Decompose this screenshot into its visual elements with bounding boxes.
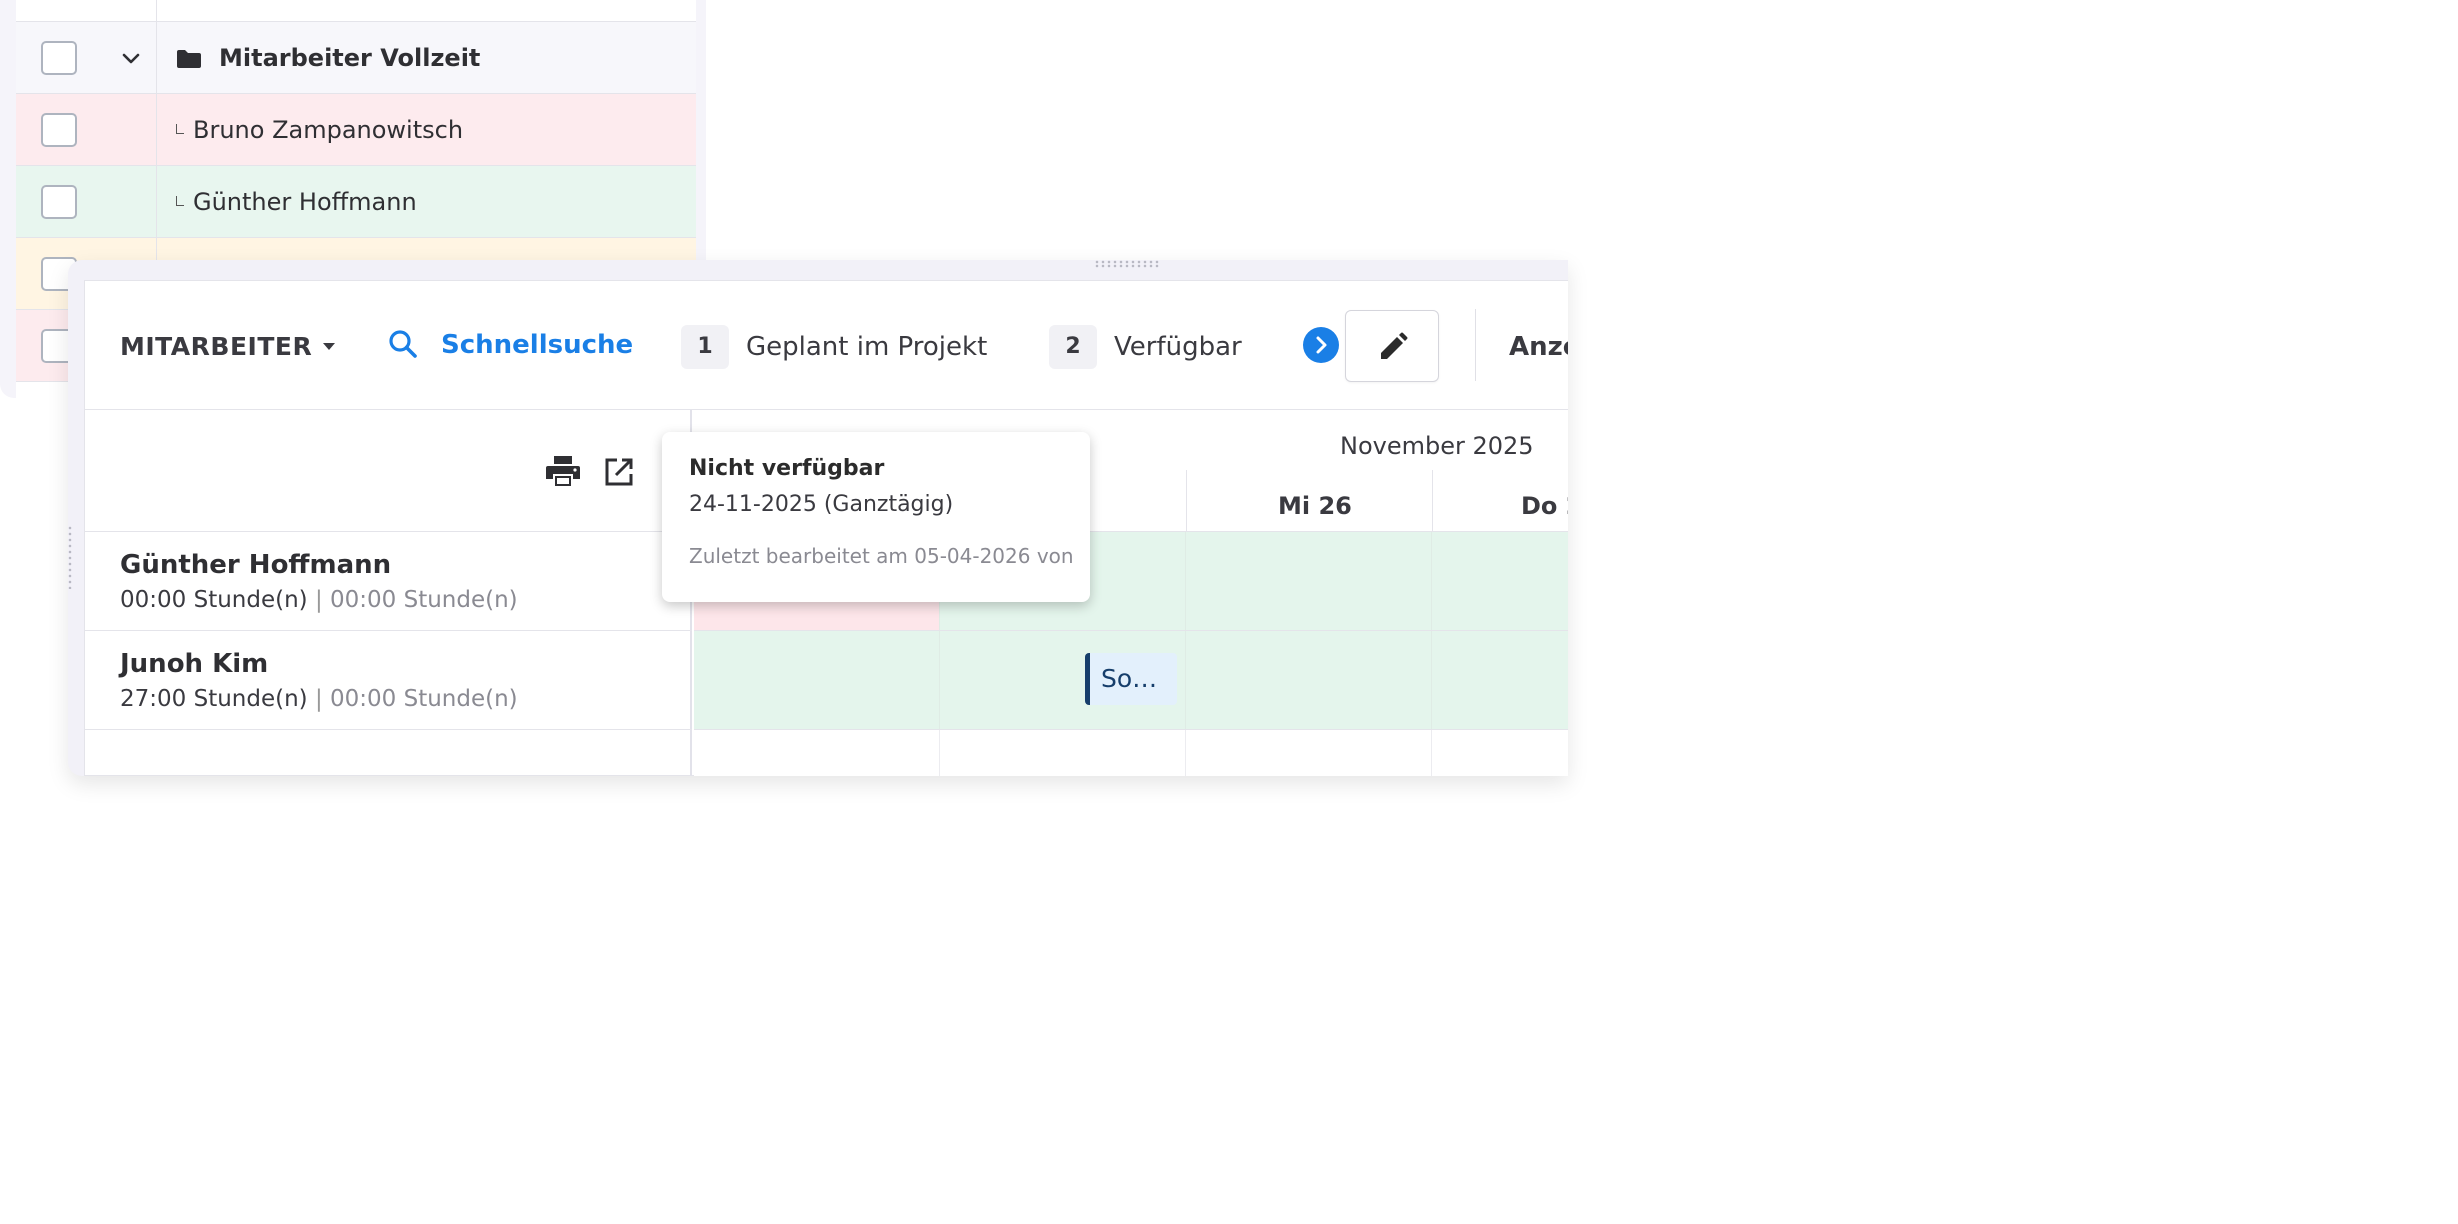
empty-cell[interactable] [1186, 730, 1432, 776]
tree-group-row[interactable]: Mitarbeiter Vollzeit [16, 22, 696, 94]
employee-label: Bruno Zampanowitsch [193, 116, 464, 144]
tooltip-title: Nicht verfügbar [689, 456, 885, 481]
hours-other: 00:00 Stunde(n) [330, 686, 518, 712]
separator: | [314, 686, 323, 712]
row-checkbox[interactable] [41, 185, 77, 219]
hours-planned: 00:00 Stunde(n) [120, 587, 308, 613]
folder-icon [177, 50, 201, 68]
available-cell[interactable] [1186, 532, 1432, 630]
employee-row[interactable]: Junoh Kim 27:00 Stunde(n) | 00:00 Stunde… [85, 631, 692, 730]
row-checkbox[interactable] [41, 113, 77, 147]
toolbar: MITARBEITER Schnellsuche 1 Geplant im Pr… [85, 281, 1568, 410]
calendar-event[interactable]: So… [1085, 653, 1177, 705]
tree-branch-icon [176, 124, 184, 134]
available-cell[interactable] [694, 631, 940, 729]
resize-handle[interactable] [1094, 260, 1160, 268]
tree-check-col [16, 0, 157, 21]
chevron-down-icon[interactable] [120, 47, 142, 69]
chevron-right-icon [1316, 336, 1327, 354]
step-number-badge: 1 [681, 325, 729, 369]
month-label: November 2025 [1340, 432, 1534, 460]
search-icon[interactable] [387, 328, 419, 360]
calendar-row: So… [694, 631, 1568, 730]
pencil-icon [1381, 332, 1408, 359]
step-available-label[interactable]: Verfügbar [1114, 325, 1242, 369]
calendar-row [694, 730, 1568, 776]
tree-check-col [16, 22, 157, 93]
print-icon[interactable] [545, 454, 581, 488]
tree-row[interactable]: Bruno Zampanowitsch [16, 94, 696, 166]
availability-tooltip: Nicht verfügbar 24-11-2025 (Ganztägig) Z… [662, 432, 1090, 602]
open-external-icon[interactable] [603, 456, 635, 488]
step-number-badge: 2 [1049, 325, 1097, 369]
separator: | [314, 587, 323, 613]
available-cell[interactable] [1186, 631, 1432, 729]
quick-search-button[interactable]: Schnellsuche [441, 325, 633, 365]
step-planned-label[interactable]: Geplant im Projekt [746, 325, 987, 369]
empty-cell[interactable] [1432, 730, 1568, 776]
employee-column-header [85, 410, 692, 532]
employee-row[interactable]: Günther Hoffmann 00:00 Stunde(n) | 00:00… [85, 532, 692, 631]
employee-name: Günther Hoffmann [120, 550, 392, 580]
edit-button[interactable] [1345, 310, 1439, 382]
empty-cell[interactable] [694, 730, 940, 776]
resource-select[interactable]: MITARBEITER [120, 327, 312, 367]
employee-column: Günther Hoffmann 00:00 Stunde(n) | 00:00… [85, 410, 692, 776]
group-checkbox[interactable] [41, 41, 77, 75]
tree-row[interactable]: Günther Hoffmann [16, 166, 696, 238]
next-step-button[interactable] [1303, 327, 1339, 363]
toolbar-divider [1475, 309, 1476, 381]
tree-row-header [16, 0, 696, 22]
empty-cell[interactable] [940, 730, 1186, 776]
hours-planned: 27:00 Stunde(n) [120, 686, 308, 712]
day-label: Do 2 [1521, 492, 1568, 520]
available-cell[interactable] [1432, 631, 1568, 729]
tree-branch-icon [176, 196, 184, 206]
employee-label: Günther Hoffmann [193, 188, 417, 216]
display-button[interactable]: Anze [1509, 325, 1568, 369]
employee-hours: 27:00 Stunde(n) | 00:00 Stunde(n) [120, 686, 518, 712]
employee-hours: 00:00 Stunde(n) | 00:00 Stunde(n) [120, 587, 518, 613]
side-resize-handle[interactable] [68, 525, 72, 589]
available-cell[interactable] [1432, 532, 1568, 630]
group-label: Mitarbeiter Vollzeit [219, 44, 481, 72]
tooltip-date: 24-11-2025 (Ganztägig) [689, 492, 954, 517]
day-label: Mi 26 [1278, 492, 1352, 520]
day-divider [1186, 470, 1187, 532]
day-divider [1432, 470, 1433, 532]
tooltip-meta: Zuletzt bearbeitet am 05-04-2026 von [689, 544, 1074, 568]
hours-other: 00:00 Stunde(n) [330, 587, 518, 613]
employee-name: Junoh Kim [120, 649, 269, 679]
tree-check-col [16, 166, 157, 237]
caret-down-icon[interactable] [323, 343, 335, 350]
tree-check-col [16, 94, 157, 165]
